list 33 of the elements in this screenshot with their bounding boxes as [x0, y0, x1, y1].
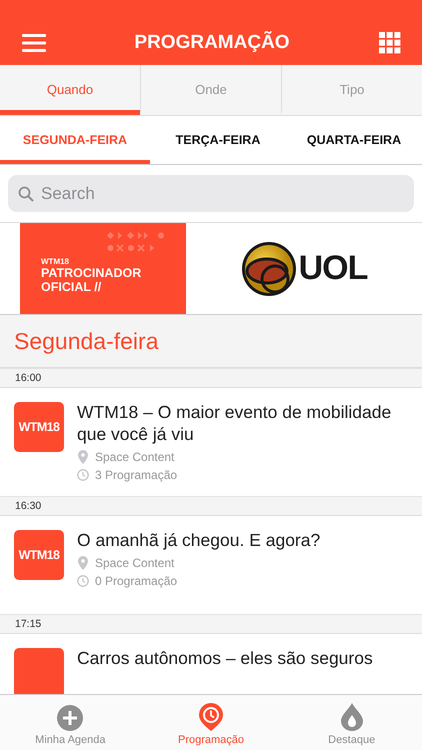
plus-icon — [57, 705, 84, 731]
menu-icon[interactable] — [22, 34, 46, 52]
clock-pin-icon — [199, 703, 223, 731]
location-text: Space Content — [95, 450, 174, 464]
event-thumbnail: WTM18 — [14, 402, 64, 452]
time-label: 16:30 — [15, 500, 42, 512]
search-field[interactable]: Search — [8, 175, 414, 212]
location-pin-icon — [77, 450, 89, 464]
nav-item[interactable]: Minha Agenda — [0, 695, 141, 750]
time-label: 17:15 — [15, 618, 42, 630]
nav-item[interactable]: Programação — [140, 695, 282, 750]
drop-icon — [340, 703, 363, 731]
schedule-count: 3 Programação — [95, 468, 178, 482]
location-pin-icon — [77, 556, 89, 570]
session-title: Carros autônomos – eles são seguros — [77, 648, 373, 670]
clock-icon — [77, 468, 89, 481]
event-thumbnail: WTM18 — [14, 530, 64, 580]
event-thumbnail — [14, 648, 64, 694]
sponsor-name: UOL — [298, 249, 368, 288]
event-label: WTM18 — [41, 256, 70, 266]
screen-title: PROGRAMAÇÃO — [134, 32, 290, 54]
session-title: WTM18 – O maior evento de mobilidade que você já viu — [77, 402, 392, 446]
nav-item[interactable]: Destaque — [281, 695, 422, 750]
time-label: 16:00 — [15, 372, 42, 384]
location-text: Space Content — [95, 556, 174, 570]
grid-icon[interactable] — [378, 30, 402, 54]
schedule-count: 0 Programação — [95, 574, 178, 588]
section-title: Segunda-feira — [14, 328, 158, 354]
clock-icon — [77, 574, 89, 587]
sponsor-headline: PATROCINADOR OFICIAL // — [41, 266, 142, 294]
session-title: O amanhã já chegou. E agora? — [77, 530, 320, 552]
pattern-icon — [106, 231, 166, 253]
globe-icon — [240, 240, 297, 296]
